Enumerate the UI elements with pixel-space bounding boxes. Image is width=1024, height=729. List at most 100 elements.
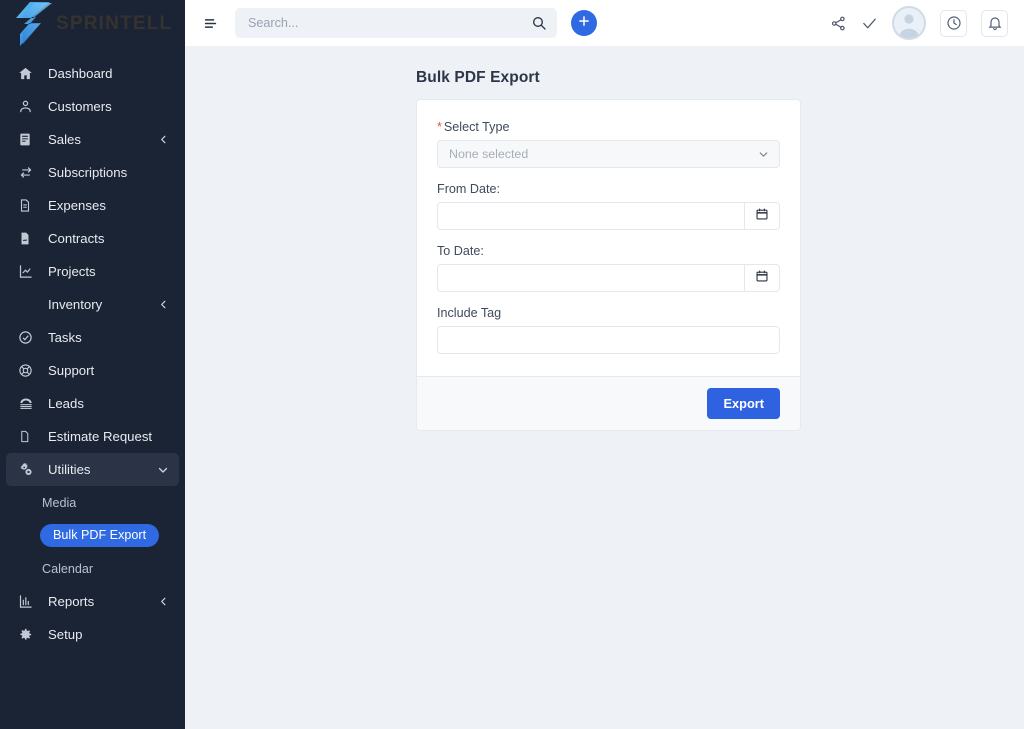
sidebar-item-dashboard[interactable]: Dashboard [6,57,179,90]
chevron-down-icon [757,148,770,161]
document-icon [18,197,38,215]
sidebar-subitem-label: Bulk PDF Export [40,523,160,548]
sidebar-item-label: Utilities [48,462,91,477]
bell-icon[interactable] [981,9,1008,37]
sidebar-item-label: Inventory [48,297,103,312]
sidebar-item-label: Estimate Request [48,429,153,444]
to-date-input[interactable] [437,264,744,292]
chevron-left-icon [158,299,169,310]
contract-icon [18,230,38,248]
sidebar-item-expenses[interactable]: Expenses [6,189,179,222]
main-area: Bulk PDF Export *Select Type None select… [185,0,1024,729]
clock-icon[interactable] [940,9,967,37]
sidebar-subitem-calendar[interactable]: Calendar [6,552,179,585]
sidebar-item-label: Dashboard [48,66,113,81]
sidebar-item-label: Projects [48,264,96,279]
hamburger-menu-icon[interactable] [197,10,223,36]
to-date-label: To Date: [437,244,484,258]
sidebar-item-utilities[interactable]: Utilities [6,453,179,486]
sidebar-subitem-bulk-pdf-export[interactable]: Bulk PDF Export [6,519,179,552]
topbar [185,0,1024,46]
sidebar-item-projects[interactable]: Projects [6,255,179,288]
from-date-input[interactable] [437,202,744,230]
check-circle-icon [18,329,38,347]
lifebuoy-icon [18,362,38,380]
sidebar-item-estimate-request[interactable]: Estimate Request [6,420,179,453]
share-icon[interactable] [830,15,847,32]
calendar-icon [755,207,769,226]
search-input[interactable] [248,16,531,30]
sidebar-item-label: Contracts [48,231,105,246]
topbar-actions [830,6,1008,40]
from-date-calendar-button[interactable] [744,202,780,230]
field-from-date: From Date: [437,182,780,230]
sidebar-item-label: Subscriptions [48,165,128,180]
sprintell-logo-icon [10,0,62,48]
sidebar-item-contracts[interactable]: Contracts [6,222,179,255]
sidebar-item-label: Tasks [48,330,82,345]
sidebar-subitem-media[interactable]: Media [6,486,179,519]
include-tag-label: Include Tag [437,306,502,320]
app-root: SPRINTELL Dashboard Customers Sales Subs… [0,0,1024,729]
sidebar-item-inventory[interactable]: Inventory [6,288,179,321]
brand-name: SPRINTELL [56,13,173,34]
sidebar-item-label: Support [48,363,95,378]
sidebar-item-support[interactable]: Support [6,354,179,387]
bulk-pdf-export-card: * Select Type None selected From Date: T… [416,99,801,431]
chevron-left-icon [158,134,169,145]
sidebar-item-label: Reports [48,594,95,609]
page-wrapper: Bulk PDF Export * Select Type None select… [416,69,801,431]
sidebar-subitem-label: Media [42,495,77,510]
sidebar-item-label: Setup [48,627,83,642]
card-body: * Select Type None selected From Date: T… [417,100,800,376]
select-type-label-text: Select Type [443,120,510,134]
sidebar-item-label: Expenses [48,198,106,213]
select-type-dropdown[interactable]: None selected [437,140,780,168]
to-date-calendar-button[interactable] [744,264,780,292]
select-type-label: * Select Type [437,120,780,134]
sidebar-item-sales[interactable]: Sales [6,123,179,156]
plus-icon [577,14,591,33]
search-icon[interactable] [531,15,547,31]
search-bar[interactable] [235,8,557,38]
from-date-row [437,202,780,230]
check-icon[interactable] [861,15,878,32]
user-icon [18,98,38,116]
sidebar-item-label: Sales [48,132,81,147]
page-content: Bulk PDF Export * Select Type None select… [185,46,1024,729]
sidebar-item-label: Leads [48,396,84,411]
sidebar-item-reports[interactable]: Reports [6,585,179,618]
export-button[interactable]: Export [707,388,780,419]
file-icon [18,428,38,446]
field-to-date: To Date: [437,244,780,292]
sidebar-item-label: Customers [48,99,112,114]
field-include-tag: Include Tag [437,306,780,354]
to-date-row [437,264,780,292]
sidebar-item-setup[interactable]: Setup [6,618,179,651]
brand-logo[interactable]: SPRINTELL [0,0,185,48]
sidebar-item-subscriptions[interactable]: Subscriptions [6,156,179,189]
refresh-icon [18,164,38,182]
include-tag-input[interactable] [437,326,780,354]
sidebar-nav: Dashboard Customers Sales Subscriptions … [0,48,185,729]
from-date-label: From Date: [437,182,500,196]
sidebar-item-tasks[interactable]: Tasks [6,321,179,354]
avatar[interactable] [892,6,926,40]
page-title: Bulk PDF Export [416,69,540,86]
gear-icon [18,626,38,644]
add-new-button[interactable] [571,10,597,36]
bar-chart-icon [18,593,38,611]
chart-icon [18,263,38,281]
sidebar-item-leads[interactable]: Leads [6,387,179,420]
chevron-down-icon [157,464,169,476]
home-icon [18,65,38,83]
megaphone-icon [18,395,38,413]
calendar-icon [755,269,769,288]
chevron-left-icon [158,596,169,607]
card-footer: Export [417,376,800,430]
receipt-icon [18,131,38,149]
sidebar-item-customers[interactable]: Customers [6,90,179,123]
sidebar-subitem-label: Calendar [42,561,94,576]
sidebar: SPRINTELL Dashboard Customers Sales Subs… [0,0,185,729]
select-type-value: None selected [449,147,529,161]
